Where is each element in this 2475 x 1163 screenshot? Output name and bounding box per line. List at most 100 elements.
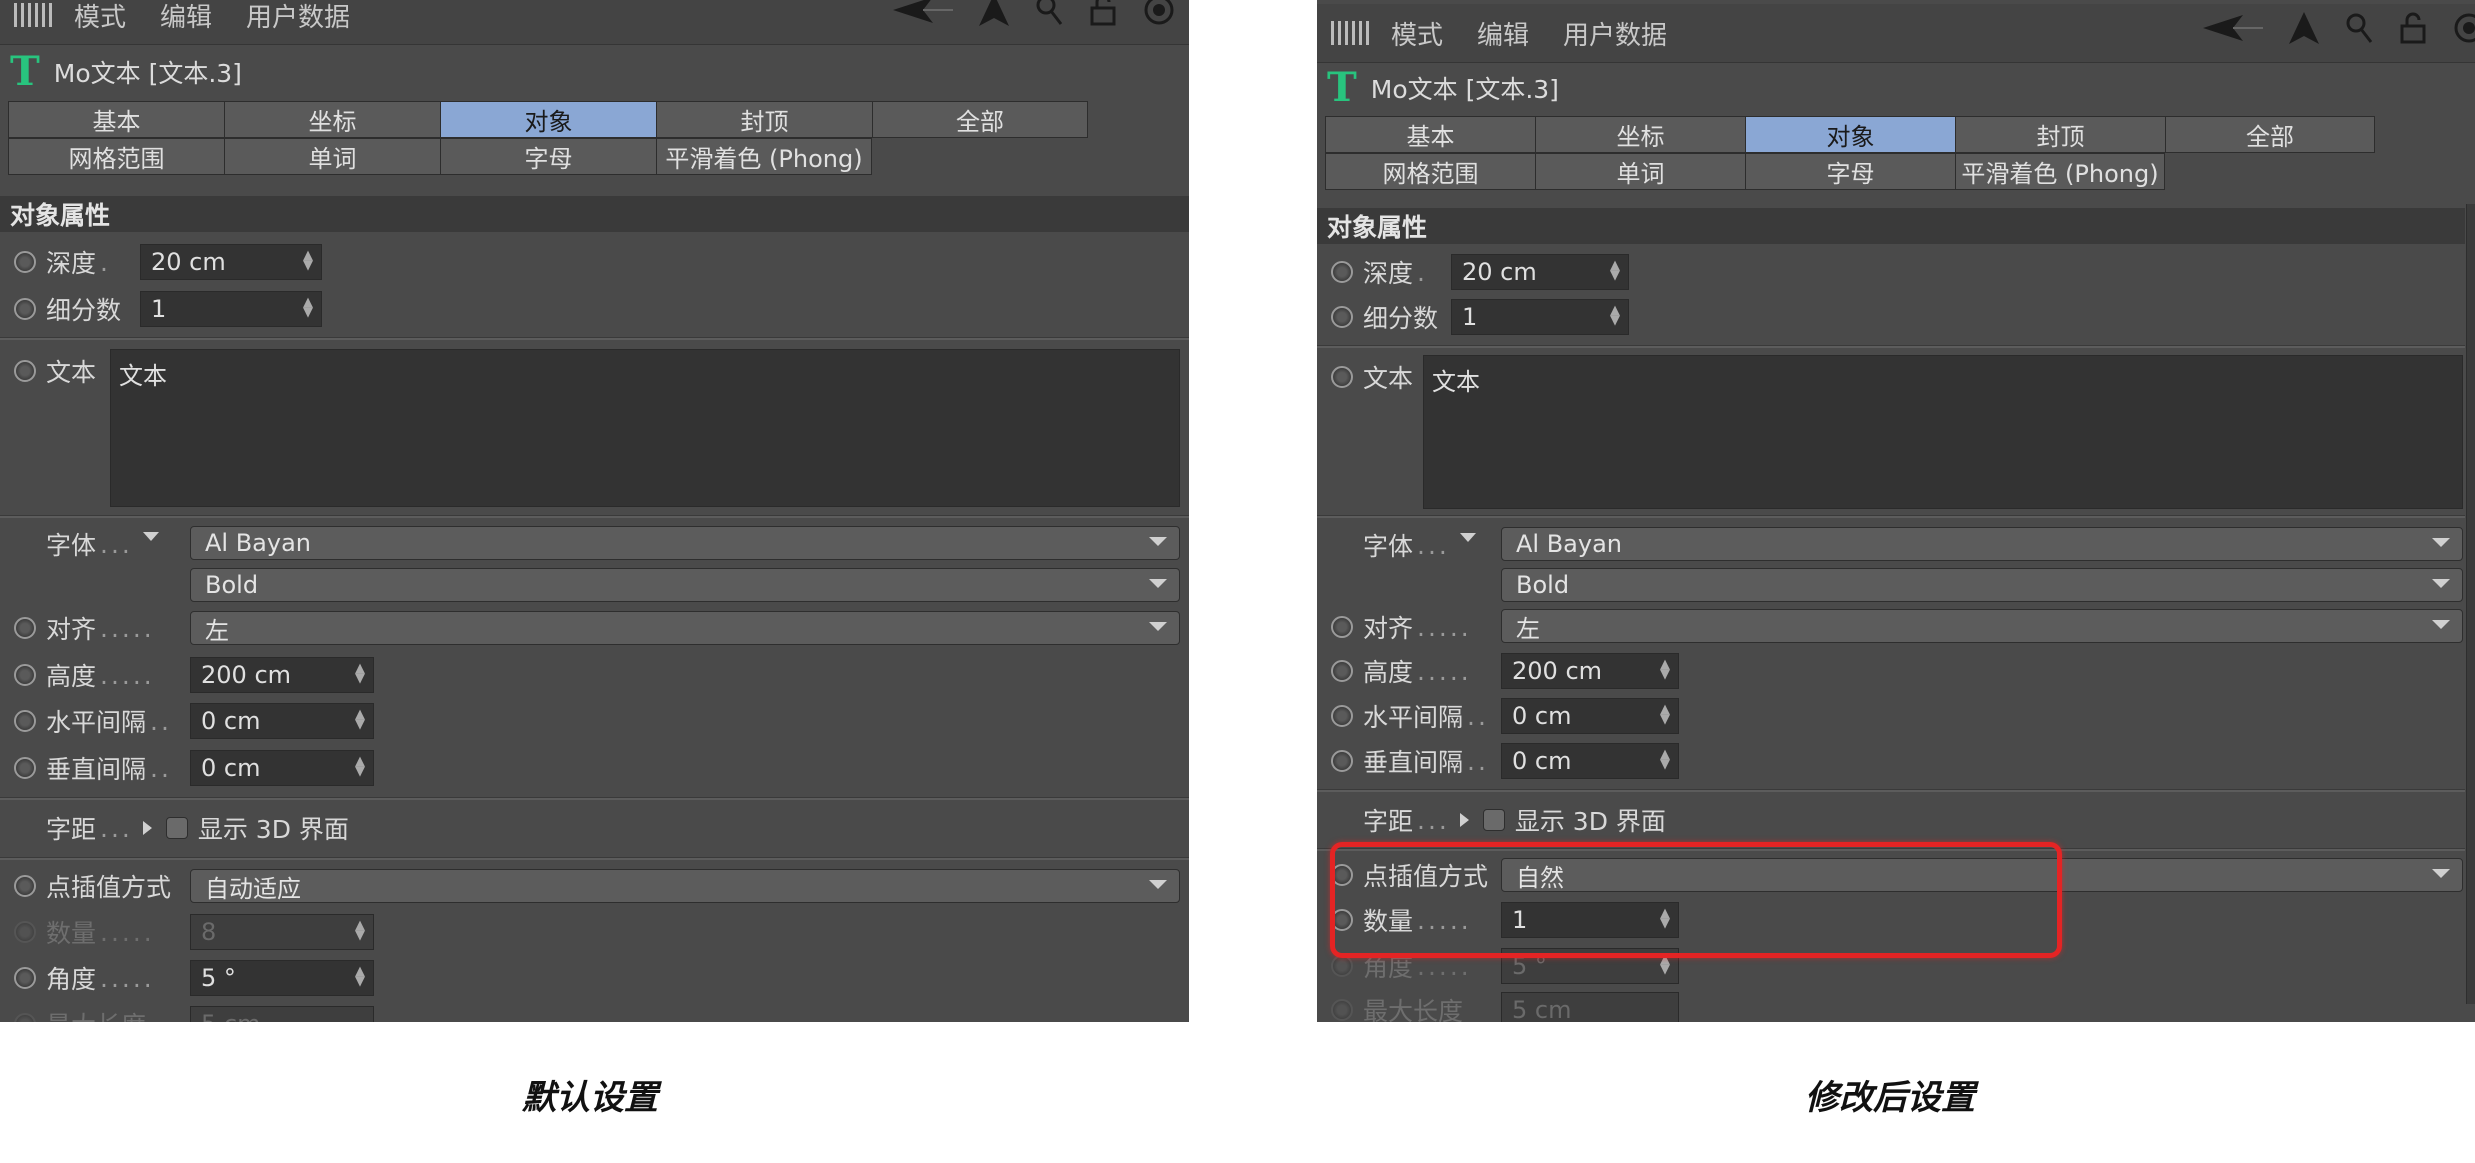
tab-word[interactable]: 单词 [1535, 153, 1745, 190]
chevron-down-icon [2432, 538, 2450, 547]
tab-object[interactable]: 对象 [440, 101, 656, 138]
tab-letter[interactable]: 字母 [1745, 153, 1955, 190]
tab-basic[interactable]: 基本 [1325, 116, 1535, 153]
subdiv-field[interactable]: 1 ▲ ▼ [140, 291, 322, 327]
tab-all[interactable]: 全部 [2165, 116, 2375, 153]
angle-field[interactable]: 5 ° ▲ ▼ [190, 960, 374, 996]
anim-radio[interactable] [14, 617, 36, 639]
search-icon[interactable] [2345, 12, 2373, 44]
anim-radio[interactable] [14, 757, 36, 779]
count-field[interactable]: 8 ▲ ▼ [190, 914, 374, 950]
tab-all[interactable]: 全部 [872, 101, 1088, 138]
anim-radio[interactable] [14, 875, 36, 897]
back-arrow-icon[interactable] [893, 0, 953, 23]
interp-dropdown[interactable]: 自动适应 [190, 869, 1180, 903]
text-label: 文本 [1363, 364, 1414, 393]
search-icon[interactable] [1035, 0, 1063, 26]
up-arrow-icon[interactable] [979, 0, 1009, 26]
show3d-checkbox[interactable] [165, 817, 188, 839]
anim-radio[interactable] [1331, 660, 1353, 682]
anim-radio[interactable] [1331, 366, 1353, 388]
tab-caps[interactable]: 封顶 [656, 101, 872, 138]
tab-mesh-range[interactable]: 网格范围 [8, 138, 224, 175]
anim-radio[interactable] [1331, 261, 1353, 283]
menu-edit[interactable]: 编辑 [1477, 15, 1529, 52]
target-icon[interactable] [2453, 12, 2475, 44]
text-object-icon: T [10, 48, 40, 95]
tab-phong[interactable]: 平滑着色 (Phong) [656, 138, 872, 175]
grip-icon[interactable] [14, 3, 54, 27]
lock-icon[interactable] [1089, 0, 1117, 26]
tab-letter[interactable]: 字母 [440, 138, 656, 175]
show3d-checkbox[interactable] [1482, 809, 1505, 831]
font-style-dropdown[interactable]: Bold [190, 568, 1180, 602]
menu-userdata[interactable]: 用户数据 [246, 0, 350, 34]
menu-mode[interactable]: 模式 [1391, 15, 1443, 52]
anim-radio[interactable] [14, 967, 36, 989]
font-dropdown[interactable]: Al Bayan [1501, 527, 2463, 561]
back-arrow-icon[interactable] [2203, 15, 2263, 41]
depth-field[interactable]: 20 cm ▲ ▼ [1451, 254, 1629, 290]
anim-radio[interactable] [14, 298, 36, 320]
font-dropdown[interactable]: Al Bayan [190, 526, 1180, 560]
anim-radio[interactable] [1331, 750, 1353, 772]
tab-phong[interactable]: 平滑着色 (Phong) [1955, 153, 2165, 190]
anim-radio[interactable] [14, 710, 36, 732]
expand-icon[interactable] [142, 821, 152, 835]
maxlen-field[interactable]: 5 cm [190, 1006, 374, 1022]
interp-row: 点插值方式 [0, 866, 171, 906]
show3d-label: 显示 3D 界面 [1514, 807, 1666, 836]
tab-mesh-range[interactable]: 网格范围 [1325, 153, 1535, 190]
menu-edit[interactable]: 编辑 [160, 0, 212, 34]
tab-object[interactable]: 对象 [1745, 116, 1955, 153]
anim-radio[interactable] [1331, 955, 1353, 977]
height-field[interactable]: 200 cm ▲ ▼ [1501, 653, 1679, 689]
divider [0, 797, 1189, 800]
lock-icon[interactable] [2399, 12, 2427, 44]
subdiv-field[interactable]: 1 ▲ ▼ [1451, 299, 1629, 335]
hspacing-field[interactable]: 0 cm ▲ ▼ [1501, 698, 1679, 734]
hspacing-label: 水平间隔 [46, 708, 147, 737]
menu-mode[interactable]: 模式 [74, 0, 126, 34]
text-input[interactable]: 文本 [110, 349, 1180, 507]
anim-radio[interactable] [1331, 616, 1353, 638]
depth-field[interactable]: 20 cm ▲ ▼ [140, 244, 322, 280]
tab-caps[interactable]: 封顶 [1955, 116, 2165, 153]
target-icon[interactable] [1143, 0, 1175, 26]
text-input[interactable]: 文本 [1423, 355, 2463, 509]
anim-radio[interactable] [14, 360, 36, 382]
tab-word[interactable]: 单词 [224, 138, 440, 175]
anim-radio[interactable] [1331, 999, 1353, 1021]
grip-icon[interactable] [1331, 21, 1371, 45]
maxlen-row: 最大长度 [0, 1004, 146, 1022]
font-style-dropdown[interactable]: Bold [1501, 568, 2463, 602]
hspacing-row: 水平间隔.. [0, 701, 172, 741]
depth-row: 深度. [1317, 252, 1428, 292]
maxlen-field[interactable]: 5 cm [1501, 992, 1679, 1022]
vspacing-field[interactable]: 0 cm ▲ ▼ [190, 750, 374, 786]
anim-radio[interactable] [1331, 705, 1353, 727]
anim-radio[interactable] [14, 1013, 36, 1022]
menu-userdata[interactable]: 用户数据 [1563, 15, 1667, 52]
expand-icon[interactable] [1459, 813, 1469, 827]
highlight-box [1330, 842, 2062, 958]
anim-radio[interactable] [14, 921, 36, 943]
expand-icon[interactable] [142, 531, 159, 541]
tab-basic[interactable]: 基本 [8, 101, 224, 138]
up-arrow-icon[interactable] [2289, 12, 2319, 44]
font-label: 字体 [1363, 532, 1414, 561]
align-dropdown[interactable]: 左 [190, 611, 1180, 645]
tab-coord[interactable]: 坐标 [1535, 116, 1745, 153]
angle-label: 角度 [46, 965, 97, 994]
height-field[interactable]: 200 cm ▲ ▼ [190, 657, 374, 693]
vspacing-field[interactable]: 0 cm ▲ ▼ [1501, 743, 1679, 779]
anim-radio[interactable] [14, 251, 36, 273]
caption-default: 默认设置 [522, 1078, 658, 1118]
tab-coord[interactable]: 坐标 [224, 101, 440, 138]
scrollbar[interactable] [2466, 204, 2475, 1004]
anim-radio[interactable] [1331, 306, 1353, 328]
anim-radio[interactable] [14, 664, 36, 686]
expand-icon[interactable] [1459, 532, 1476, 542]
align-dropdown[interactable]: 左 [1501, 609, 2463, 643]
hspacing-field[interactable]: 0 cm ▲ ▼ [190, 703, 374, 739]
